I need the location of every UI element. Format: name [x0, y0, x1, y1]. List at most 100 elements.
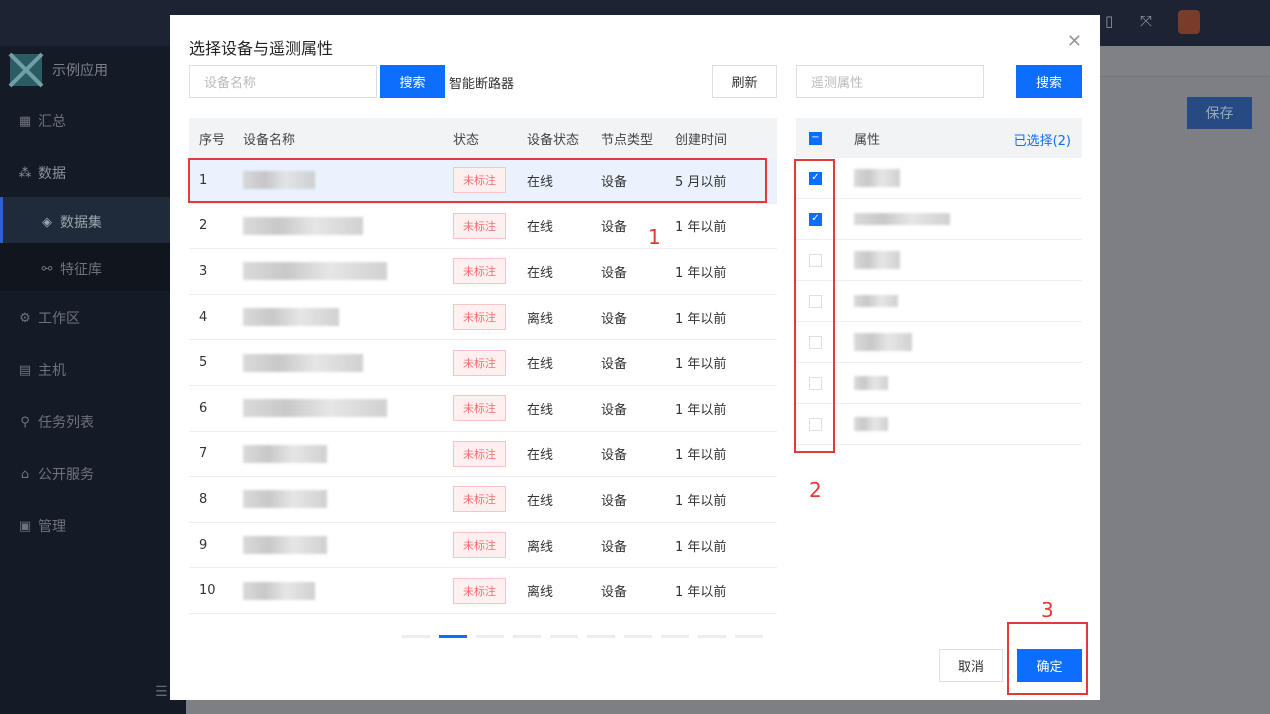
grid-icon: ▦: [18, 113, 32, 129]
gear-icon: ⚙: [19, 310, 31, 326]
collapse-icon[interactable]: ☰: [155, 684, 168, 700]
annotation-label-2: 2: [809, 478, 822, 502]
app-name: 示例应用: [52, 63, 108, 79]
attr-name-redacted: [854, 295, 898, 307]
page-indicator[interactable]: [476, 635, 504, 638]
col-node-type: 节点类型: [601, 132, 654, 148]
app-logo-icon: [8, 52, 44, 88]
attr-name-redacted: [854, 169, 900, 187]
admin-icon: ▣: [18, 518, 32, 534]
table-row[interactable]: 4 未标注 离线 设备 1 年以前: [189, 295, 777, 341]
table-row[interactable]: 9 未标注 离线 设备 1 年以前: [189, 523, 777, 569]
modal-title: 选择设备与遥测属性: [189, 39, 334, 58]
status-badge: 未标注: [453, 486, 506, 513]
attr-search-input[interactable]: 遥测属性: [796, 65, 984, 98]
task-icon: ⚲: [20, 414, 30, 430]
annotation-box-3: [1007, 622, 1088, 695]
select-all-checkbox[interactable]: −: [809, 131, 822, 145]
refresh-button[interactable]: 刷新: [712, 65, 777, 98]
device-type-label: 智能断路器: [449, 77, 515, 92]
attr-row[interactable]: [796, 281, 1082, 322]
attr-name-redacted: [854, 376, 888, 390]
save-button[interactable]: 保存: [1187, 97, 1252, 129]
cancel-button[interactable]: 取消: [939, 649, 1003, 682]
doc-icon[interactable]: ▯: [1105, 12, 1113, 30]
sidebar-item-feature[interactable]: ⚯ 特征库: [40, 259, 102, 279]
col-device-status: 设备状态: [527, 132, 580, 148]
sidebar-item-summary[interactable]: ▦ 汇总: [18, 111, 66, 131]
sidebar-item-public-service[interactable]: ⌂ 公开服务: [18, 464, 94, 484]
page-indicator[interactable]: [735, 635, 763, 638]
device-table-header: 序号 设备名称 状态 设备状态 节点类型 创建时间: [189, 118, 777, 158]
attr-name-redacted: [854, 213, 950, 225]
annotation-box-1: [188, 158, 767, 203]
col-attr: 属性: [854, 132, 881, 148]
device-name-redacted: [243, 536, 453, 555]
col-created: 创建时间: [675, 132, 728, 148]
page-indicator[interactable]: [513, 635, 541, 638]
pagination: [402, 635, 763, 638]
sidebar-item-tasks[interactable]: ⚲ 任务列表: [18, 412, 94, 432]
attr-row[interactable]: ✓: [796, 158, 1082, 199]
sidebar-item-workspace[interactable]: ⚙ 工作区: [18, 308, 80, 328]
page-indicator[interactable]: [402, 635, 430, 638]
attr-row[interactable]: [796, 404, 1082, 445]
attr-row[interactable]: [796, 363, 1082, 404]
attr-name-redacted: [854, 417, 888, 431]
avatar[interactable]: [1178, 10, 1200, 34]
device-name-redacted: [243, 353, 453, 372]
page-indicator[interactable]: [550, 635, 578, 638]
page-indicator-active[interactable]: [439, 635, 467, 638]
sidebar-item-dataset[interactable]: ◈ 数据集: [40, 212, 102, 232]
fullscreen-icon[interactable]: ⤧: [1140, 12, 1152, 30]
table-row[interactable]: 6 未标注 在线 设备 1 年以前: [189, 386, 777, 432]
sidebar: [0, 46, 186, 714]
attr-name-redacted: [854, 251, 900, 269]
table-row[interactable]: 10 未标注 离线 设备 1 年以前: [189, 568, 777, 614]
table-row[interactable]: 2 未标注 在线 设备 1 年以前: [189, 204, 777, 250]
page-indicator[interactable]: [661, 635, 689, 638]
col-name: 设备名称: [243, 132, 296, 148]
page-indicator[interactable]: [587, 635, 615, 638]
sidebar-item-admin[interactable]: ▣ 管理: [18, 516, 66, 536]
attr-name-redacted: [854, 333, 912, 351]
device-name-redacted: [243, 399, 453, 418]
sidebar-item-data[interactable]: ⁂ 数据: [18, 163, 67, 183]
close-icon[interactable]: ✕: [1067, 31, 1082, 52]
attr-table: − 属性 已选择(2) ✓ ✓: [796, 118, 1082, 445]
selected-count-link[interactable]: 已选择(2): [1014, 130, 1071, 149]
device-name-redacted: [243, 444, 453, 463]
table-row[interactable]: 5 未标注 在线 设备 1 年以前: [189, 340, 777, 386]
server-icon: ▤: [18, 362, 32, 378]
cube-icon: ◈: [42, 214, 52, 230]
attr-row[interactable]: [796, 240, 1082, 281]
attr-search-button[interactable]: 搜索: [1016, 65, 1082, 98]
sidebar-item-host[interactable]: ▤ 主机: [18, 360, 66, 380]
status-badge: 未标注: [453, 577, 506, 604]
device-name-input[interactable]: 设备名称: [189, 65, 377, 98]
feature-icon: ⚯: [41, 261, 53, 277]
status-badge: 未标注: [453, 532, 506, 559]
annotation-label-1: 1: [648, 225, 661, 249]
select-device-modal: 选择设备与遥测属性 ✕ 设备名称 搜索 智能断路器 刷新 遥测属性 搜索 序号 …: [170, 15, 1100, 700]
status-badge: 未标注: [453, 349, 506, 376]
device-name-redacted: [243, 262, 453, 281]
table-row[interactable]: 3 未标注 在线 设备 1 年以前: [189, 249, 777, 295]
table-row[interactable]: 7 未标注 在线 设备 1 年以前: [189, 432, 777, 478]
status-badge: 未标注: [453, 395, 506, 422]
service-icon: ⌂: [20, 466, 30, 482]
col-status: 状态: [453, 132, 480, 148]
col-no: 序号: [199, 132, 226, 148]
attr-row[interactable]: ✓: [796, 199, 1082, 240]
table-row[interactable]: 8 未标注 在线 设备 1 年以前: [189, 477, 777, 523]
status-badge: 未标注: [453, 440, 506, 467]
device-name-redacted: [243, 581, 453, 600]
device-name-redacted: [243, 308, 453, 327]
device-search-button[interactable]: 搜索: [380, 65, 445, 98]
status-badge: 未标注: [453, 304, 506, 331]
hierarchy-icon: ⁂: [18, 165, 32, 181]
page-indicator[interactable]: [698, 635, 726, 638]
annotation-box-2: [794, 159, 835, 453]
attr-row[interactable]: [796, 322, 1082, 363]
page-indicator[interactable]: [624, 635, 652, 638]
